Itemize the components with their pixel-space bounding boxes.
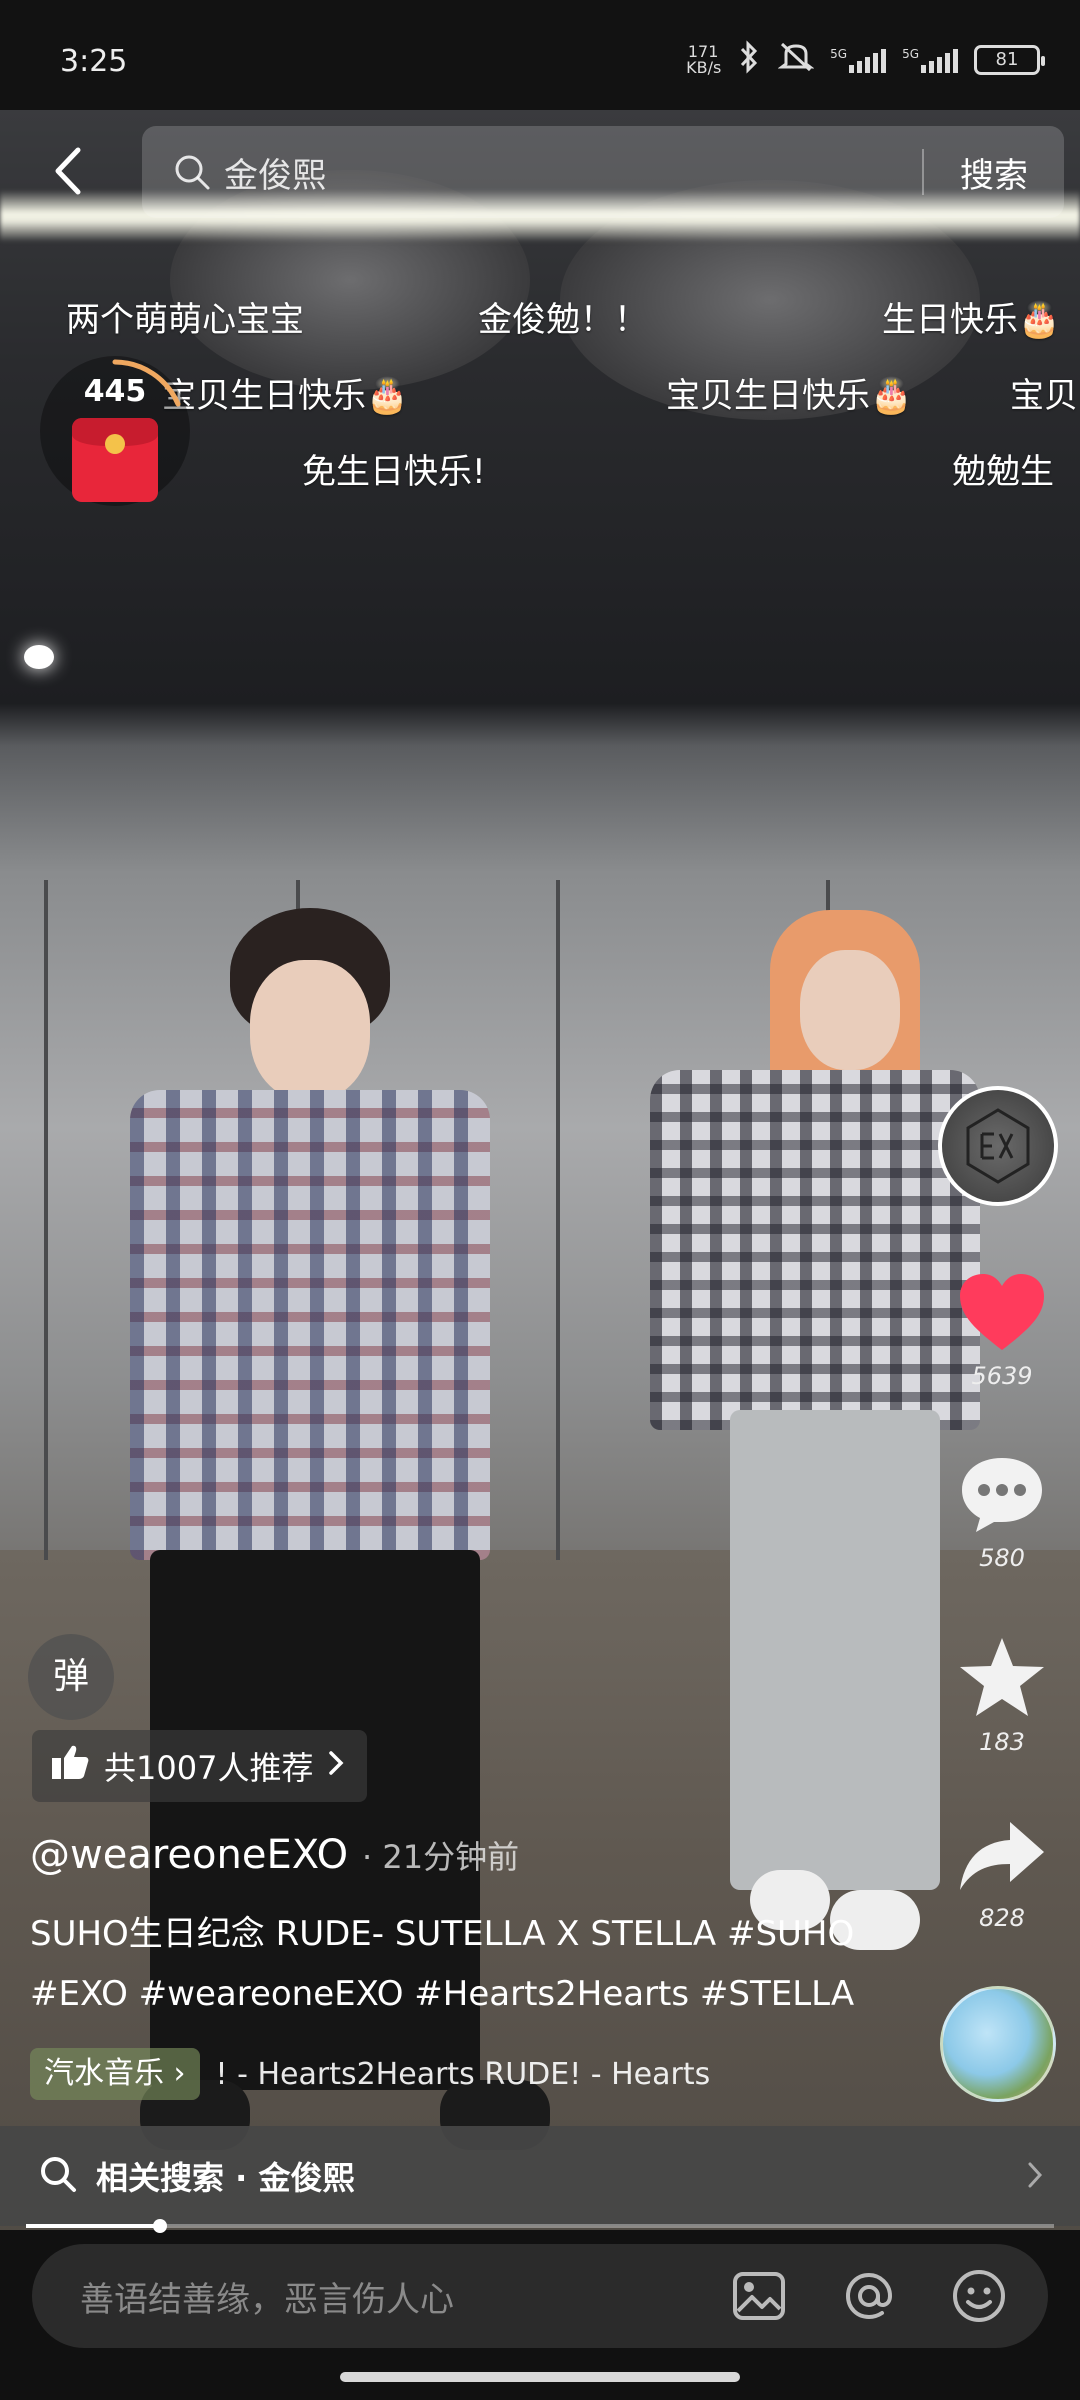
music-app-tag[interactable]: 汽水音乐 › xyxy=(30,2048,200,2100)
author-name[interactable]: @weareoneEXO xyxy=(30,1832,348,1878)
music-tag-label: 汽水音乐 xyxy=(44,2056,164,2091)
description-line: SUHO生日纪念 RUDE- SUTELLA X STELLA #SUHO xyxy=(30,1914,855,1954)
video-description: SUHO生日纪念 RUDE- SUTELLA X STELLA #SUHO #E… xyxy=(30,1904,910,2024)
danmaku-comment: 两个萌萌心宝宝 xyxy=(66,300,304,340)
danmaku-comment: 金俊勉！！ xyxy=(478,300,648,340)
related-search-bar[interactable]: 相关搜索 · 金俊熙 xyxy=(0,2126,1080,2226)
danmaku-comment: 勉勉生 xyxy=(952,452,1054,492)
ceiling-spotlight xyxy=(24,645,54,669)
battery-icon: 81 xyxy=(974,44,1045,75)
chevron-right-icon: › xyxy=(173,2056,186,2091)
search-input[interactable]: 金俊熙 xyxy=(224,148,922,197)
star-icon xyxy=(956,1638,1048,1724)
danmaku-comment: 生日快乐🎂 xyxy=(882,300,1061,340)
status-icons: 171 KB/s 5G 5G 81 xyxy=(686,40,1045,79)
search-icon xyxy=(38,2154,78,2198)
status-time: 3:25 xyxy=(60,44,128,79)
favorite-count: 183 xyxy=(979,1728,1025,1756)
music-disc[interactable] xyxy=(940,1986,1056,2102)
red-packet-button[interactable]: 445 xyxy=(40,356,190,506)
signal-icon-1: 5G xyxy=(830,47,887,73)
recommend-label: 共1007人推荐 xyxy=(104,1749,314,1787)
search-button[interactable]: 搜索 xyxy=(924,148,1064,197)
chevron-right-icon xyxy=(327,1747,345,1785)
post-time: · 21分钟前 xyxy=(362,1838,520,1876)
signal-icon-2: 5G xyxy=(902,47,958,73)
music-row[interactable]: 汽水音乐 › ! - Hearts2Hearts RUDE! - Hearts xyxy=(30,2048,710,2100)
progress-knob[interactable] xyxy=(152,2219,167,2233)
home-indicator[interactable] xyxy=(340,2372,740,2382)
recommend-chip[interactable]: 共1007人推荐 xyxy=(32,1730,368,1802)
image-icon[interactable] xyxy=(704,2244,814,2348)
share-button[interactable]: 828 xyxy=(942,1816,1062,1932)
favorite-button[interactable]: 183 xyxy=(942,1634,1062,1756)
exo-logo-icon xyxy=(966,1108,1030,1184)
network-speed: 171 KB/s xyxy=(686,41,722,77)
thumbs-up-icon xyxy=(50,1743,90,1789)
search-bar[interactable]: 金俊熙 搜索 xyxy=(142,126,1064,218)
comment-button[interactable]: 580 xyxy=(942,1452,1062,1572)
back-button[interactable] xyxy=(48,146,88,196)
like-button[interactable]: 5639 xyxy=(942,1270,1062,1390)
search-icon xyxy=(172,152,212,192)
share-count: 828 xyxy=(979,1904,1025,1932)
progress-fill xyxy=(26,2224,160,2228)
dancer-left xyxy=(100,900,580,2230)
at-mention-icon[interactable] xyxy=(814,2244,924,2348)
comment-input[interactable]: 善语结善缘，恶言伤人心 xyxy=(80,2272,704,2321)
chevron-left-icon xyxy=(48,147,88,200)
comment-input-bar[interactable]: 善语结善缘，恶言伤人心 xyxy=(32,2244,1048,2348)
red-envelope-icon xyxy=(72,418,158,502)
author-line: @weareoneEXO · 21分钟前 xyxy=(30,1832,519,1878)
danmaku-comment: 宝贝 xyxy=(1010,376,1078,416)
heart-icon xyxy=(956,1274,1048,1358)
dancer-right xyxy=(630,900,990,2030)
chevron-right-icon xyxy=(1026,2160,1044,2194)
music-name: ! - Hearts2Hearts RUDE! - Hearts xyxy=(215,2056,711,2092)
danmaku-comment: 宝贝生日快乐🎂 xyxy=(162,376,409,416)
red-packet-count: 445 xyxy=(83,374,147,409)
danmaku-toggle-button[interactable]: 弹 xyxy=(28,1634,114,1720)
comment-count: 580 xyxy=(979,1544,1025,1572)
like-count: 5639 xyxy=(971,1362,1033,1390)
related-search-label: 相关搜索 · 金俊熙 xyxy=(96,2159,355,2197)
comment-bubble-icon xyxy=(956,1458,1048,1540)
video-progress-bar[interactable] xyxy=(26,2219,1054,2233)
danmaku-comment: 免生日快乐! xyxy=(302,452,486,492)
danmaku-comment: 宝贝生日快乐🎂 xyxy=(666,376,913,416)
bluetooth-icon xyxy=(736,40,762,79)
emoji-icon[interactable] xyxy=(924,2244,1034,2348)
wall-seam xyxy=(44,880,48,1560)
mute-icon xyxy=(777,40,815,79)
author-avatar[interactable] xyxy=(938,1086,1058,1206)
share-arrow-icon xyxy=(956,1822,1048,1900)
description-line: #EXO #weareoneEXO #Hearts2Hearts #STELLA xyxy=(30,1974,855,2014)
status-bar: 3:25 171 KB/s 5G 5G 81 xyxy=(0,0,1080,110)
